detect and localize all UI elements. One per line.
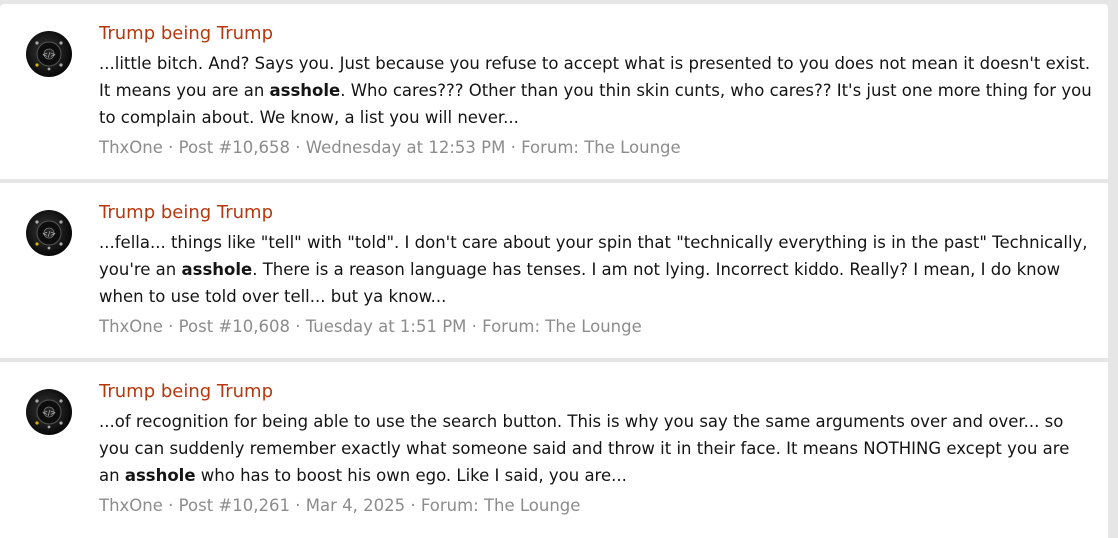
post-number-link[interactable]: Post #10,658 bbox=[179, 138, 290, 157]
author-link[interactable]: ThxOne bbox=[99, 317, 163, 336]
search-result: </> Trump being Trump ...fella... things… bbox=[0, 183, 1108, 358]
forum-link[interactable]: Forum: The Lounge bbox=[421, 496, 581, 515]
meta-separator: · bbox=[466, 317, 483, 336]
snippet-text: who has to boost his own ego. Like I sai… bbox=[195, 466, 627, 485]
user-avatar[interactable]: </> bbox=[26, 31, 72, 77]
result-title-link[interactable]: Trump being Trump bbox=[99, 201, 1094, 225]
result-meta: ThxOne · Post #10,658 · Wednesday at 12:… bbox=[99, 135, 1094, 161]
author-link[interactable]: ThxOne bbox=[99, 138, 163, 157]
post-number-link[interactable]: Post #10,608 bbox=[179, 317, 290, 336]
svg-text:</>: </> bbox=[42, 409, 56, 417]
meta-separator: · bbox=[405, 496, 421, 515]
post-date: Wednesday at 12:53 PM bbox=[305, 138, 506, 157]
meta-separator: · bbox=[289, 317, 306, 336]
post-date: Tuesday at 1:51 PM bbox=[305, 317, 467, 336]
user-avatar[interactable]: </> bbox=[26, 389, 72, 435]
svg-text:</>: </> bbox=[42, 51, 56, 59]
svg-text:</>: </> bbox=[42, 230, 56, 238]
forum-link[interactable]: Forum: The Lounge bbox=[521, 138, 681, 157]
post-number-link[interactable]: Post #10,261 bbox=[179, 496, 290, 515]
meta-separator: · bbox=[289, 496, 306, 515]
snippet-highlight: asshole bbox=[269, 81, 341, 100]
forum-link[interactable]: Forum: The Lounge bbox=[482, 317, 642, 336]
result-snippet: ...fella... things like "tell" with "tol… bbox=[99, 229, 1094, 310]
snippet-highlight: asshole bbox=[181, 260, 253, 279]
result-snippet: ...of recognition for being able to use … bbox=[99, 408, 1094, 489]
result-meta: ThxOne · Post #10,261 · Mar 4, 2025 · Fo… bbox=[99, 493, 1094, 519]
user-avatar[interactable]: </> bbox=[26, 210, 72, 256]
meta-separator: · bbox=[162, 317, 179, 336]
result-meta: ThxOne · Post #10,608 · Tuesday at 1:51 … bbox=[99, 314, 1094, 340]
search-result: </> Trump being Trump ...little bitch. A… bbox=[0, 4, 1108, 179]
speaker-icon: </> bbox=[35, 41, 63, 71]
meta-separator: · bbox=[162, 138, 179, 157]
meta-separator: · bbox=[505, 138, 522, 157]
snippet-highlight: asshole bbox=[124, 466, 196, 485]
meta-separator: · bbox=[289, 138, 306, 157]
speaker-icon: </> bbox=[35, 220, 63, 250]
result-title-link[interactable]: Trump being Trump bbox=[99, 380, 1094, 404]
post-date: Mar 4, 2025 bbox=[305, 496, 406, 515]
result-title-link[interactable]: Trump being Trump bbox=[99, 22, 1094, 46]
search-result: </> Trump being Trump ...of recognition … bbox=[0, 362, 1108, 538]
result-snippet: ...little bitch. And? Says you. Just bec… bbox=[99, 50, 1094, 131]
meta-separator: · bbox=[162, 496, 179, 515]
search-results-list: </> Trump being Trump ...little bitch. A… bbox=[0, 0, 1118, 538]
speaker-icon: </> bbox=[35, 399, 63, 429]
author-link[interactable]: ThxOne bbox=[99, 496, 163, 515]
